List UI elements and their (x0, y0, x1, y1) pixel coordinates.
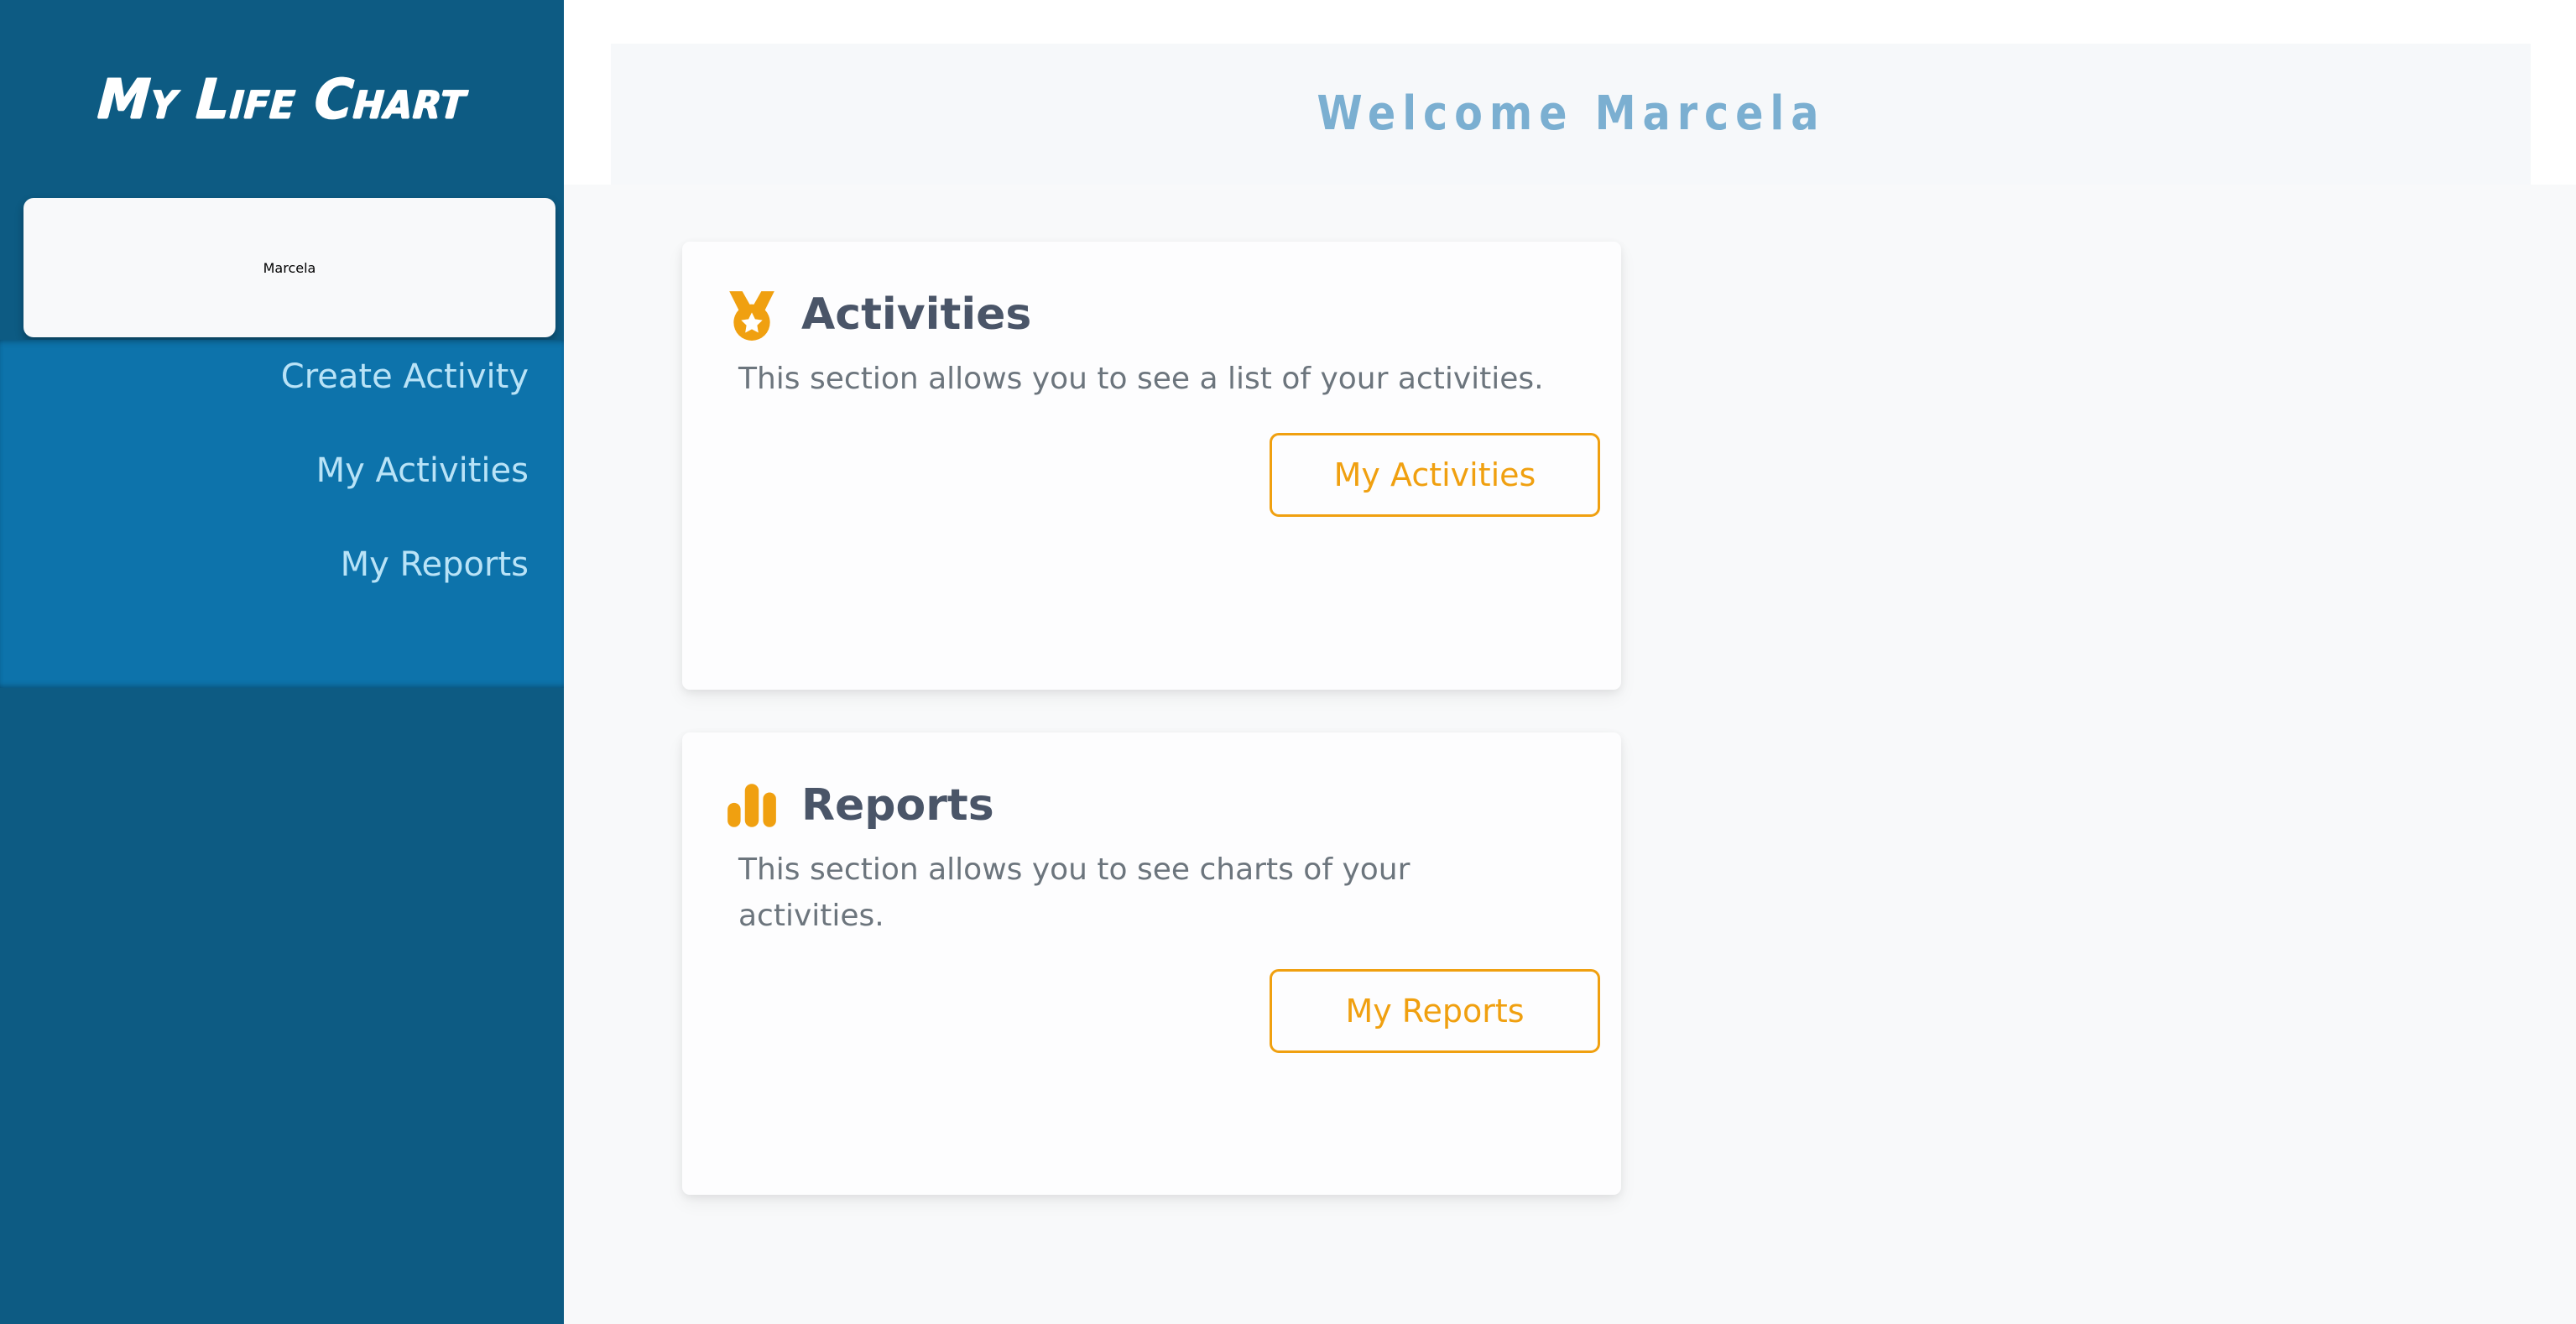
sidebar-item-my-reports[interactable]: My Reports (0, 548, 564, 581)
reports-card-actions: My Reports (682, 939, 1621, 1054)
sidebar-item-create-activity[interactable]: Create Activity (0, 360, 564, 394)
user-chip-button[interactable]: Marcela (23, 198, 555, 337)
sidebar-nav: Create Activity My Activities My Reports (0, 340, 564, 688)
activities-card-description: This section allows you to see a list of… (738, 362, 1544, 396)
activities-card-actions: My Activities (682, 403, 1621, 517)
reports-card-title: Reports (801, 779, 994, 831)
reports-card-description: This section allows you to see charts of… (738, 852, 1411, 933)
bar-chart-icon (727, 783, 776, 827)
reports-card: Reports This section allows you to see c… (682, 732, 1621, 1195)
brand-title: My Life Chart (96, 65, 469, 132)
app-root: My Life Chart Marcela Create Activity My… (0, 0, 2576, 1324)
main-area: Welcome Marcela Activities This section … (564, 0, 2576, 1324)
medal-icon (729, 290, 774, 341)
my-activities-button[interactable]: My Activities (1270, 432, 1600, 517)
page-header-band: Welcome Marcela (611, 44, 2531, 185)
my-reports-button[interactable]: My Reports (1270, 969, 1600, 1054)
activities-card: Activities This section allows you to se… (682, 242, 1621, 690)
activities-card-header: Activities (682, 242, 1621, 342)
sidebar: My Life Chart Marcela Create Activity My… (0, 0, 564, 1324)
content-area: Activities This section allows you to se… (564, 185, 2576, 1324)
sidebar-item-my-activities[interactable]: My Activities (0, 454, 564, 487)
page-title: Welcome Marcela (1316, 86, 1826, 141)
user-chip-label: Marcela (263, 259, 316, 276)
reports-card-header: Reports (682, 732, 1621, 833)
activities-card-title: Activities (801, 289, 1032, 340)
brand-logo: My Life Chart (0, 0, 564, 198)
